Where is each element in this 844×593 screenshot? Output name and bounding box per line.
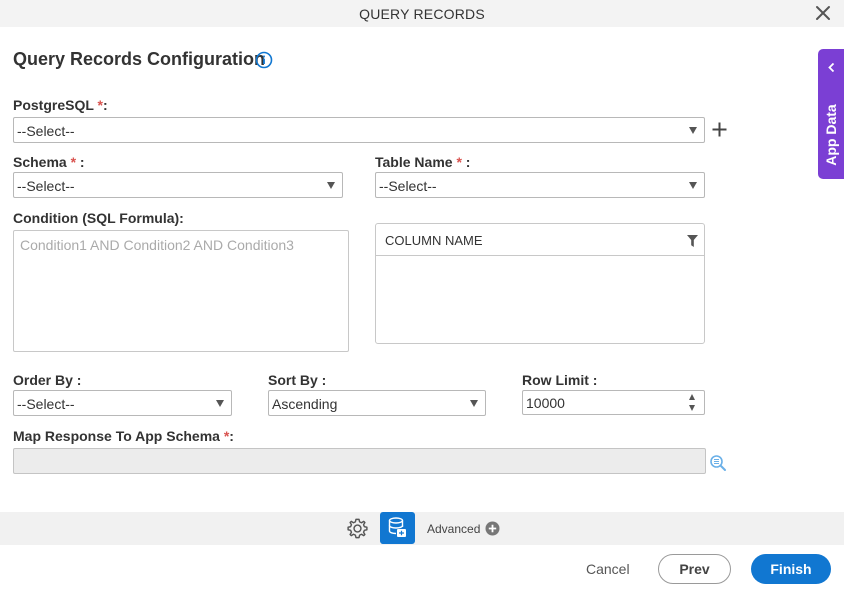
chevron-down-icon (327, 182, 335, 189)
app-data-label: App Data (823, 104, 839, 166)
row-limit-value: 10000 (526, 395, 565, 411)
chevron-left-icon (828, 63, 835, 72)
condition-textarea[interactable]: Condition1 AND Condition2 AND Condition3 (13, 230, 349, 352)
info-icon[interactable] (255, 51, 273, 69)
advanced-label[interactable]: Advanced (427, 522, 480, 536)
postgresql-label: PostgreSQL *: (13, 97, 108, 113)
finish-button[interactable]: Finish (751, 554, 831, 584)
sort-by-select[interactable]: Ascending (268, 390, 486, 416)
row-limit-label: Row Limit : (522, 372, 598, 388)
spin-up-icon[interactable] (689, 394, 695, 400)
database-icon (388, 517, 406, 537)
chevron-down-icon (689, 127, 697, 134)
row-limit-input[interactable]: 10000 (522, 390, 705, 415)
close-icon[interactable] (814, 4, 832, 22)
chevron-down-icon (470, 400, 478, 407)
map-response-field[interactable] (13, 448, 706, 474)
table-name-select-value: --Select-- (379, 178, 437, 194)
tools-bar (0, 512, 844, 545)
condition-placeholder: Condition1 AND Condition2 AND Condition3 (20, 237, 294, 253)
cancel-button[interactable]: Cancel (586, 561, 630, 577)
table-name-label: Table Name * : (375, 154, 471, 170)
plus-circle-icon[interactable] (485, 521, 500, 536)
spin-down-icon[interactable] (689, 405, 695, 411)
postgresql-select[interactable]: --Select-- (13, 117, 705, 143)
order-by-select-value: --Select-- (17, 396, 75, 412)
chevron-down-icon (689, 182, 697, 189)
column-name-header: COLUMN NAME (376, 224, 704, 256)
title-bar: QUERY RECORDS (0, 0, 844, 27)
order-by-select[interactable]: --Select-- (13, 390, 232, 416)
column-name-header-label: COLUMN NAME (385, 233, 483, 248)
add-connection-plus-icon[interactable] (711, 121, 728, 138)
schema-select[interactable]: --Select-- (13, 172, 343, 198)
filter-icon[interactable] (687, 235, 698, 247)
chevron-down-icon (216, 400, 224, 407)
condition-label: Condition (SQL Formula): (13, 210, 184, 226)
schema-select-value: --Select-- (17, 178, 75, 194)
order-by-label: Order By : (13, 372, 82, 388)
prev-button[interactable]: Prev (658, 554, 731, 584)
app-data-tab[interactable]: App Data (818, 49, 844, 179)
window-title: QUERY RECORDS (359, 6, 485, 22)
schema-label: Schema * : (13, 154, 85, 170)
gear-icon[interactable] (346, 517, 369, 540)
schema-lookup-icon[interactable] (709, 454, 727, 472)
postgresql-select-value: --Select-- (17, 123, 75, 139)
page-title: Query Records Configuration (13, 49, 266, 69)
sort-by-select-value: Ascending (272, 396, 338, 412)
map-response-label: Map Response To App Schema *: (13, 428, 234, 444)
table-name-select[interactable]: --Select-- (375, 172, 705, 198)
database-query-button[interactable] (380, 512, 415, 544)
sort-by-label: Sort By : (268, 372, 327, 388)
column-name-panel: COLUMN NAME (375, 223, 705, 344)
